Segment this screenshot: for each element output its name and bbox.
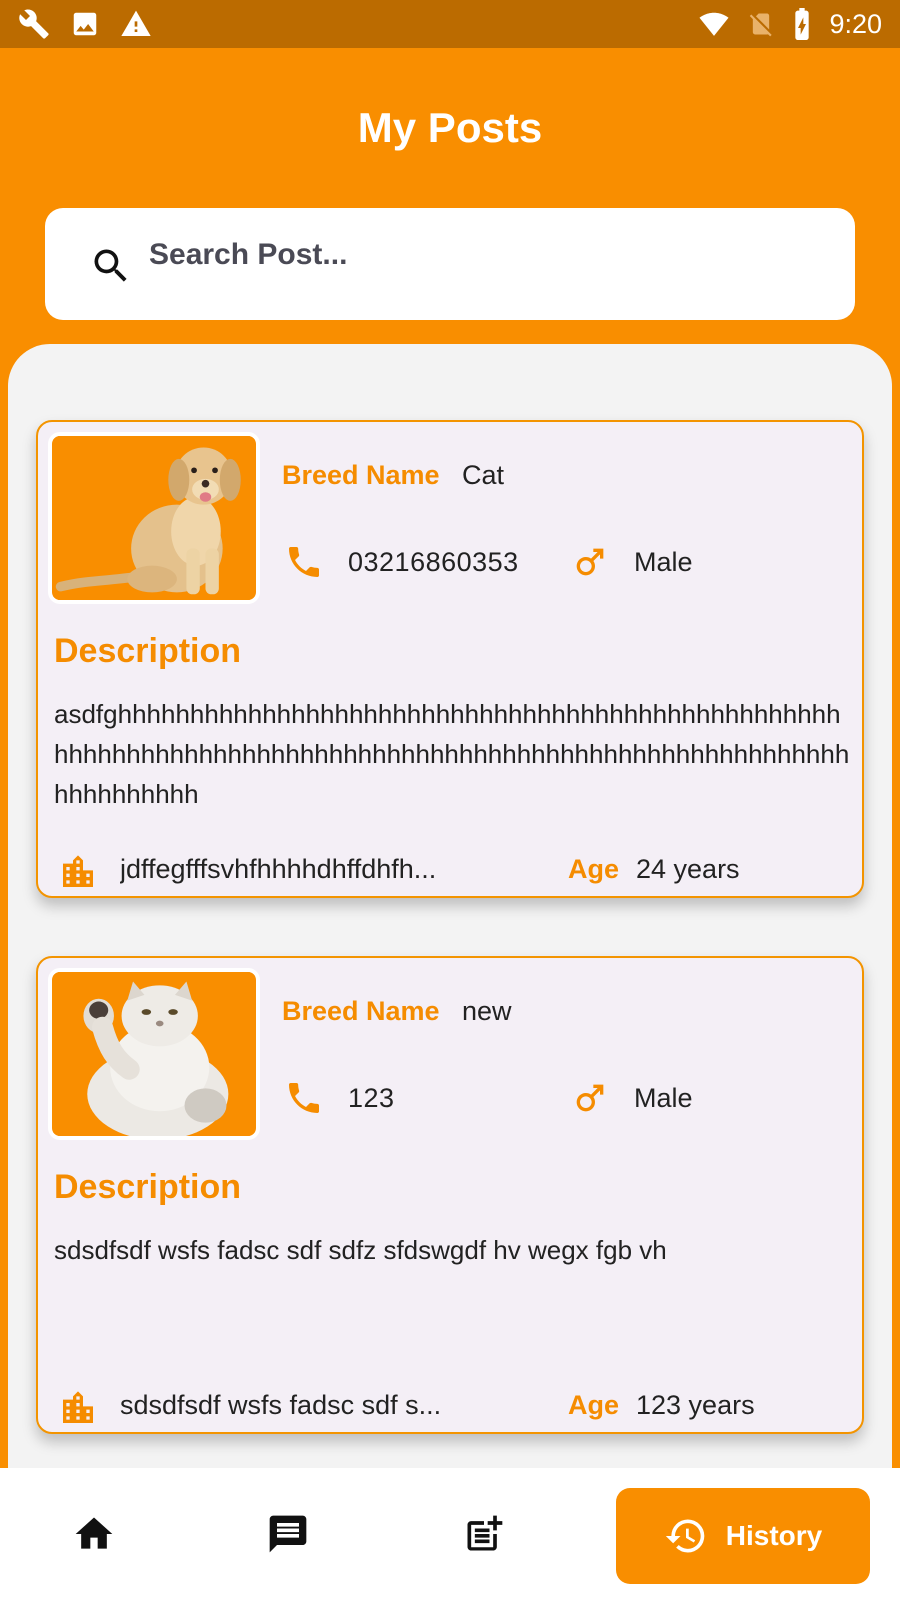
city-icon [63, 855, 93, 887]
breed-label: Breed Name [282, 460, 440, 490]
warning-icon [121, 10, 151, 36]
wifi-icon [699, 12, 729, 36]
description-text: sdsdfsdf wsfs fadsc sdf sdfz sfdswgdf hv… [54, 1235, 667, 1265]
description-text: asdfghhhhhhhhhhhhhhhhhhhhhhhhhhhhhhhhhhh… [54, 699, 850, 809]
status-time: 9:20 [829, 8, 882, 39]
post-card[interactable]: Breed Name Cat 03216860353 Male Descript… [36, 420, 864, 898]
nav-chat-button[interactable] [198, 1468, 378, 1600]
description-heading: Description [54, 632, 242, 670]
phone-value: 03216860353 [348, 547, 519, 577]
status-right-icons: 9:20 [697, 8, 882, 40]
search-icon [94, 249, 127, 282]
no-sim-icon [750, 13, 773, 37]
age-value: 24 years [636, 854, 740, 884]
address-value: jdffegfffsvhfhhhhdhffdhfh... [120, 854, 437, 884]
posts-panel: Breed Name Cat 03216860353 Male Descript… [8, 344, 892, 1468]
pet-image-cat [48, 968, 260, 1140]
post-card[interactable]: Breed Name new 123 Male Description sdsd… [36, 956, 864, 1434]
breed-value: Cat [462, 460, 505, 490]
add-post-icon [467, 1515, 503, 1551]
gender-value: Male [634, 547, 693, 577]
wrench-icon [19, 9, 49, 39]
home-icon [75, 1517, 113, 1549]
pet-image-dog [48, 432, 260, 604]
chat-icon [269, 1515, 307, 1553]
nav-home-button[interactable] [4, 1468, 184, 1600]
age-value: 123 years [636, 1390, 755, 1420]
gender-value: Male [634, 1083, 693, 1113]
phone-value: 123 [348, 1083, 395, 1113]
bottom-nav: History [0, 1468, 900, 1600]
age-label: Age [568, 1390, 620, 1420]
dog-photo [52, 436, 256, 600]
breed-label: Breed Name [282, 996, 440, 1026]
phone-icon [289, 547, 319, 577]
battery-charging-icon [795, 8, 810, 40]
male-icon [576, 548, 604, 576]
phone-icon [289, 1083, 319, 1113]
cat-photo [52, 972, 256, 1136]
address-value: sdsdfsdf wsfs fadsc sdf s... [120, 1390, 442, 1420]
male-icon [576, 1084, 604, 1112]
history-icon [665, 1519, 705, 1553]
status-left-icons [18, 8, 152, 40]
status-bar: 9:20 [0, 0, 900, 48]
nav-history-button[interactable]: History [616, 1488, 870, 1584]
search-placeholder: Search Post... [149, 238, 348, 271]
breed-value: new [462, 996, 512, 1026]
age-label: Age [568, 854, 620, 884]
image-icon [73, 12, 97, 36]
description-heading: Description [54, 1168, 242, 1206]
nav-add-post-button[interactable] [394, 1468, 574, 1600]
search-input[interactable]: Search Post... [45, 208, 855, 320]
city-icon [63, 1391, 93, 1423]
page-title: My Posts [357, 104, 543, 151]
nav-history-label: History [725, 1520, 823, 1551]
